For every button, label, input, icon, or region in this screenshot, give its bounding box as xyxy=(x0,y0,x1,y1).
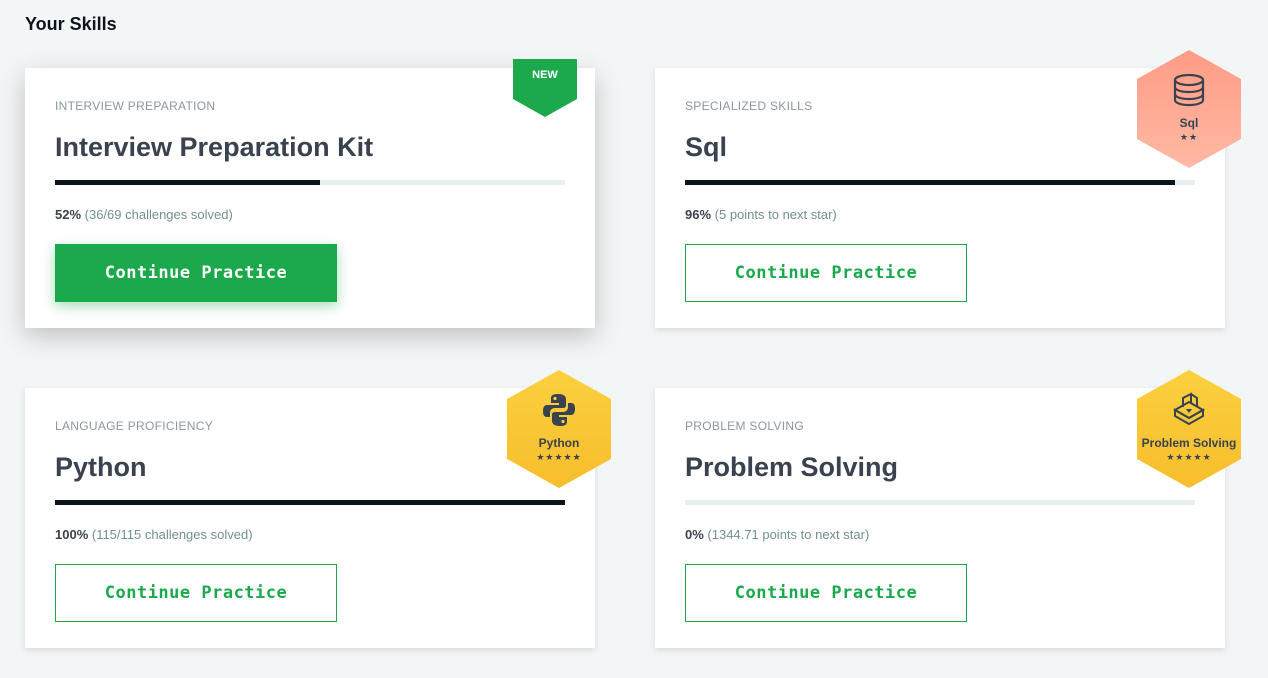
skill-category: PROBLEM SOLVING xyxy=(685,419,804,433)
skill-card-python: LANGUAGE PROFICIENCY Python 100% (115/11… xyxy=(25,370,611,648)
skill-card-interview-preparation-kit: INTERVIEW PREPARATION Interview Preparat… xyxy=(25,59,595,328)
progress-detail: (5 points to next star) xyxy=(711,207,837,222)
skill-name[interactable]: Python xyxy=(55,452,147,483)
problem-solving-skill-badge[interactable]: Problem Solving ★★★★★ xyxy=(1133,368,1245,490)
progress-bar xyxy=(685,180,1195,185)
progress-detail: (1344.71 points to next star) xyxy=(703,527,870,542)
badge-label: Problem Solving xyxy=(1141,436,1237,450)
python-skill-badge[interactable]: Python ★★★★★ xyxy=(503,368,615,490)
skill-category: SPECIALIZED SKILLS xyxy=(685,99,813,113)
progress-bar xyxy=(55,500,565,505)
progress-bar-fill xyxy=(55,500,565,505)
skill-name[interactable]: Problem Solving xyxy=(685,452,898,483)
progress-percent: 100% xyxy=(55,527,89,542)
continue-practice-button[interactable]: Continue Practice xyxy=(685,564,967,622)
skill-category: INTERVIEW PREPARATION xyxy=(55,99,216,113)
progress-bar-fill xyxy=(685,180,1175,185)
sql-skill-badge[interactable]: Sql ★★ xyxy=(1133,48,1245,170)
skill-category: LANGUAGE PROFICIENCY xyxy=(55,419,214,433)
ribbon-label: NEW xyxy=(532,69,558,81)
badge-label: Sql xyxy=(1179,116,1199,130)
progress-text: 96% (5 points to next star) xyxy=(685,207,837,222)
badge-stars: ★★★★★ xyxy=(1166,452,1212,462)
skill-name[interactable]: Interview Preparation Kit xyxy=(55,132,373,163)
progress-bar-fill xyxy=(55,180,321,185)
badge-label: Python xyxy=(538,436,580,450)
skill-name[interactable]: Sql xyxy=(685,132,727,163)
progress-percent: 0% xyxy=(685,527,704,542)
progress-detail: (36/69 challenges solved) xyxy=(81,207,233,222)
new-ribbon: NEW xyxy=(507,59,577,117)
progress-percent: 96% xyxy=(685,207,712,222)
progress-detail: (115/115 challenges solved) xyxy=(88,527,253,542)
progress-percent: 52% xyxy=(55,207,82,222)
continue-practice-button[interactable]: Continue Practice xyxy=(685,244,967,302)
skill-card-sql: SPECIALIZED SKILLS Sql 96% (5 points to … xyxy=(655,50,1241,328)
database-icon xyxy=(1173,74,1205,107)
progress-text: 52% (36/69 challenges solved) xyxy=(55,207,233,222)
section-title: Your Skills xyxy=(25,14,117,34)
continue-practice-button[interactable]: Continue Practice xyxy=(55,244,337,302)
progress-text: 100% (115/115 challenges solved) xyxy=(55,527,253,542)
progress-bar xyxy=(55,180,565,185)
puzzle-icon xyxy=(1172,392,1206,426)
progress-bar xyxy=(685,500,1195,505)
skill-card-problem-solving: PROBLEM SOLVING Problem Solving 0% (1344… xyxy=(655,370,1241,648)
badge-stars: ★★★★★ xyxy=(536,452,582,462)
badge-stars: ★★ xyxy=(1179,132,1199,142)
progress-text: 0% (1344.71 points to next star) xyxy=(685,527,869,542)
continue-practice-button[interactable]: Continue Practice xyxy=(55,564,337,622)
python-icon xyxy=(543,394,575,426)
